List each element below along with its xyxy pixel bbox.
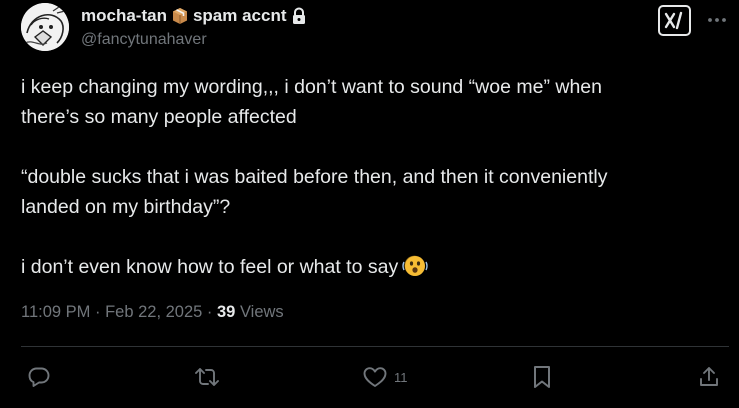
display-name[interactable]: mocha-tan spam accnt [81, 6, 307, 26]
lock-icon [291, 7, 307, 25]
bookmark-icon [534, 366, 550, 388]
reply-icon [28, 367, 50, 387]
package-emoji-icon [171, 7, 189, 25]
reply-button[interactable] [27, 364, 51, 390]
tweet-paragraph-last: i don’t even know how to feel or what to… [21, 252, 721, 282]
shaking-face-emoji-icon [402, 253, 428, 279]
grok-button[interactable] [658, 5, 691, 36]
tweet-text: i keep changing my wording,,, i don’t wa… [21, 72, 721, 282]
repost-icon [195, 368, 219, 386]
more-options-button[interactable] [704, 8, 730, 32]
divider [21, 346, 729, 347]
meta-separator: · [90, 303, 106, 321]
views-label: Views [235, 303, 284, 321]
tweet-paragraph-text: i don’t even know how to feel or what to… [21, 256, 399, 278]
tweet-date[interactable]: Feb 22, 2025 [105, 303, 202, 321]
views-count: 39 [217, 303, 236, 321]
user-handle[interactable]: @fancytunahaver [81, 31, 207, 49]
tweet-detail: mocha-tan spam accnt @fancytunahaver i k… [0, 0, 739, 408]
grok-icon [664, 11, 683, 30]
display-name-suffix: spam accnt [192, 6, 287, 25]
like-button[interactable]: 11 [362, 364, 408, 390]
tweet-paragraph: i keep changing my wording,,, i don’t wa… [21, 76, 602, 128]
meta-separator: · [202, 303, 217, 321]
display-name-prefix: mocha-tan [81, 6, 167, 25]
avatar[interactable] [21, 3, 69, 51]
tweet-time[interactable]: 11:09 PM [21, 303, 90, 321]
bookmark-button[interactable] [531, 364, 553, 390]
tweet-meta: 11:09 PM · Feb 22, 2025 · 39 Views [21, 303, 284, 322]
like-count: 11 [394, 369, 408, 385]
avatar-drawing-icon [21, 3, 69, 51]
heart-icon [363, 367, 387, 387]
repost-button[interactable] [194, 364, 220, 390]
tweet-paragraph: “double sucks that i was baited before t… [21, 166, 608, 218]
more-icon [708, 18, 726, 22]
share-icon [700, 367, 718, 386]
share-button[interactable] [697, 364, 721, 390]
